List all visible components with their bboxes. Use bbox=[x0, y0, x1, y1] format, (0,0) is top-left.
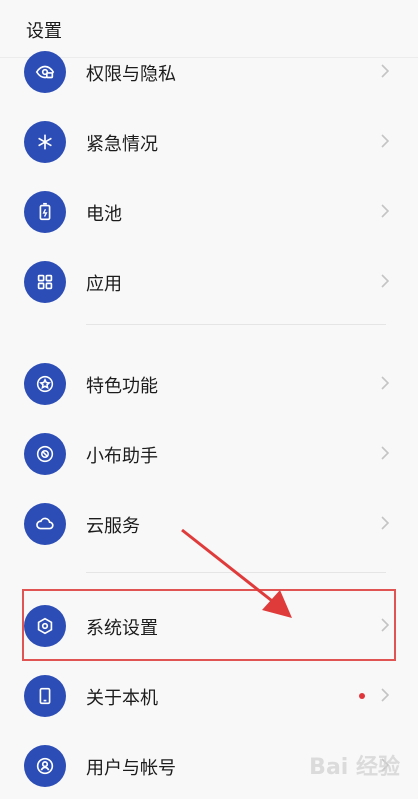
watermark-logo: Bai 经验 bbox=[309, 755, 400, 780]
annotation-arrow bbox=[181, 528, 292, 618]
